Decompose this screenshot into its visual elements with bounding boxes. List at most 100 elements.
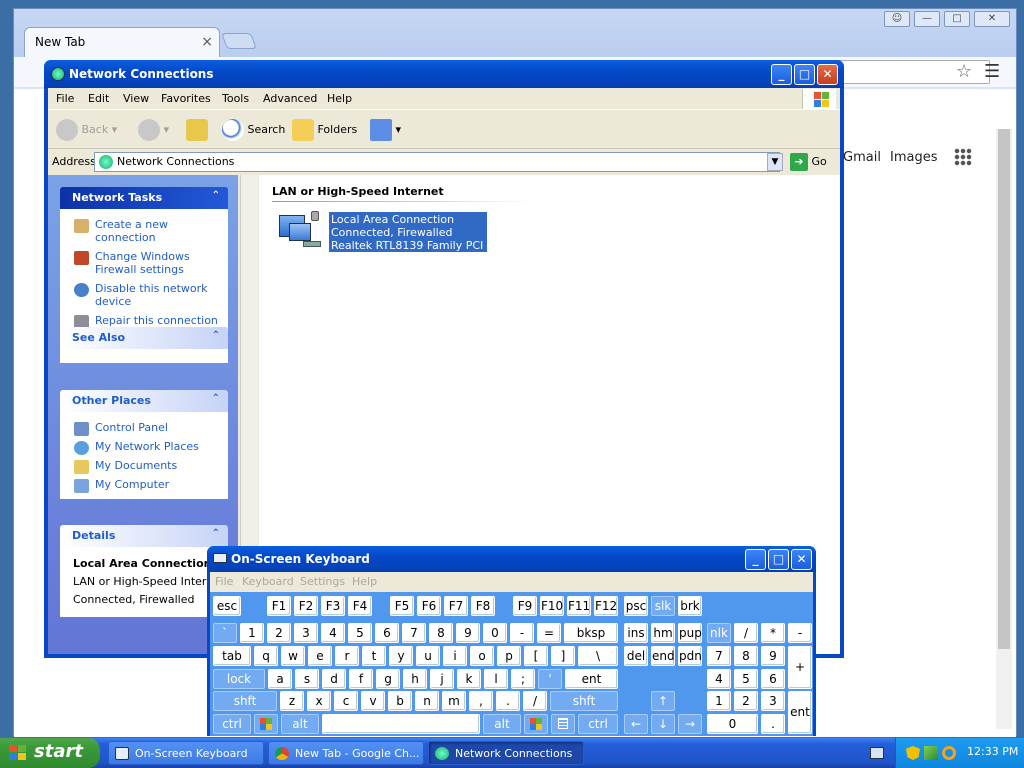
key-num-enter[interactable]: ent (788, 691, 812, 734)
place-control-panel[interactable]: Control Panel (61, 418, 227, 437)
forward-button[interactable]: ▾ (138, 117, 169, 143)
key-pgdn[interactable]: pdn (678, 646, 702, 666)
key-h[interactable]: h (403, 669, 427, 689)
key-del[interactable]: del (624, 646, 648, 666)
key-ins[interactable]: ins (624, 623, 648, 643)
see-also-header[interactable]: See Also ⌃ (60, 327, 228, 349)
key-u[interactable]: u (416, 646, 440, 666)
address-dropdown-button[interactable]: ▼ (767, 153, 783, 171)
collapse-icon[interactable]: ⌃ (212, 190, 220, 201)
lan-connection-item[interactable]: Local Area Connection Connected, Firewal… (329, 212, 487, 265)
key-b[interactable]: b (388, 691, 412, 711)
key-quote[interactable]: ' (538, 669, 562, 689)
key-esc[interactable]: esc (213, 596, 241, 616)
key-f4[interactable]: F4 (348, 596, 372, 616)
views-button[interactable]: ▾ (370, 117, 401, 143)
menu-favorites[interactable]: Favorites (161, 92, 211, 105)
key-t[interactable]: t (362, 646, 386, 666)
osk-menu-settings[interactable]: Settings (300, 575, 345, 588)
place-my-documents[interactable]: My Documents (61, 456, 227, 475)
key-num-5[interactable]: 5 (734, 669, 758, 689)
key-backspace[interactable]: bksp (564, 623, 618, 643)
key-4[interactable]: 4 (321, 623, 345, 643)
key-num-decimal[interactable]: . (761, 714, 785, 734)
key-num-0[interactable]: 0 (707, 714, 758, 734)
key-f1[interactable]: F1 (267, 596, 291, 616)
security-shield-icon[interactable] (906, 746, 920, 760)
key-down-arrow[interactable]: ↓ (651, 714, 675, 734)
key-d[interactable]: d (322, 669, 346, 689)
key-3[interactable]: 3 (294, 623, 318, 643)
key-brk[interactable]: brk (678, 596, 702, 616)
key-j[interactable]: j (430, 669, 454, 689)
chrome-tab[interactable]: New Tab × (24, 27, 220, 57)
key-f3[interactable]: F3 (321, 596, 345, 616)
key-rbracket[interactable]: ] (551, 646, 575, 666)
osk-maximize-button[interactable]: □ (768, 549, 789, 570)
key-num-plus[interactable]: + (788, 646, 812, 689)
key-num-3[interactable]: 3 (761, 691, 785, 711)
osk-menu-help[interactable]: Help (352, 575, 377, 588)
key-l[interactable]: l (484, 669, 508, 689)
key-period[interactable]: . (496, 691, 520, 711)
key-psc[interactable]: psc (624, 596, 648, 616)
key-backslash[interactable]: \ (578, 646, 618, 666)
key-right-shift[interactable]: shft (550, 691, 618, 711)
key-num-minus[interactable]: - (788, 623, 812, 643)
key-num-4[interactable]: 4 (707, 669, 731, 689)
key-num-9[interactable]: 9 (761, 646, 785, 666)
osk-titlebar[interactable]: On-Screen Keyboard _ □ ✕ (207, 546, 816, 572)
nc-titlebar[interactable]: Network Connections _ □ ✕ (44, 60, 844, 88)
key-num-8[interactable]: 8 (734, 646, 758, 666)
key-f5[interactable]: F5 (390, 596, 414, 616)
key-8[interactable]: 8 (429, 623, 453, 643)
go-button[interactable]: ➜ Go (790, 153, 836, 173)
key-right-ctrl[interactable]: ctrl (578, 714, 618, 734)
chrome-new-tab-button[interactable] (221, 33, 257, 49)
key-num-6[interactable]: 6 (761, 669, 785, 689)
other-places-header[interactable]: Other Places ⌃ (60, 390, 228, 412)
nc-close-button[interactable]: ✕ (817, 64, 838, 85)
osk-minimize-button[interactable]: _ (745, 549, 766, 570)
key-left-win[interactable] (254, 714, 278, 734)
key-left-shift[interactable]: shft (213, 691, 277, 711)
key-semicolon[interactable]: ; (511, 669, 535, 689)
key-m[interactable]: m (442, 691, 466, 711)
collapse-icon[interactable]: ⌃ (212, 528, 220, 539)
key-s[interactable]: s (295, 669, 319, 689)
key-up-arrow[interactable]: ↑ (651, 691, 675, 711)
key-num-divide[interactable]: / (734, 623, 758, 643)
chrome-scrollbar-thumb[interactable] (998, 129, 1010, 649)
key-comma[interactable]: , (469, 691, 493, 711)
chrome-close-button[interactable]: ✕ (974, 11, 1010, 27)
key-num-7[interactable]: 7 (707, 646, 731, 666)
chrome-maximize-button[interactable]: □ (944, 11, 970, 27)
place-my-network-places[interactable]: My Network Places (61, 437, 227, 456)
key-z[interactable]: z (280, 691, 304, 711)
task-on-screen-keyboard[interactable]: On-Screen Keyboard (108, 741, 264, 765)
key-f10[interactable]: F10 (540, 596, 564, 616)
key-backtick[interactable]: ` (213, 623, 237, 643)
search-tray-icon[interactable] (942, 746, 956, 760)
key-w[interactable]: w (281, 646, 305, 666)
key-pgup[interactable]: pup (678, 623, 702, 643)
bookmark-star-icon[interactable]: ☆ (956, 61, 972, 82)
key-tab[interactable]: tab (213, 646, 251, 666)
osk-close-button[interactable]: ✕ (791, 549, 812, 570)
key-numlock[interactable]: nlk (707, 623, 731, 643)
key-n[interactable]: n (415, 691, 439, 711)
key-o[interactable]: o (470, 646, 494, 666)
details-header[interactable]: Details ⌃ (60, 525, 228, 547)
menu-view[interactable]: View (123, 92, 149, 105)
key-capslock[interactable]: lock (213, 669, 265, 689)
key-num-2[interactable]: 2 (734, 691, 758, 711)
key-space[interactable] (322, 714, 480, 734)
nc-minimize-button[interactable]: _ (771, 64, 792, 85)
menu-help[interactable]: Help (327, 92, 352, 105)
key-equals[interactable]: = (537, 623, 561, 643)
key-home[interactable]: hm (651, 623, 675, 643)
key-f11[interactable]: F11 (567, 596, 591, 616)
keyboard-tray-icon[interactable] (870, 747, 884, 759)
key-2[interactable]: 2 (267, 623, 291, 643)
key-f7[interactable]: F7 (444, 596, 468, 616)
